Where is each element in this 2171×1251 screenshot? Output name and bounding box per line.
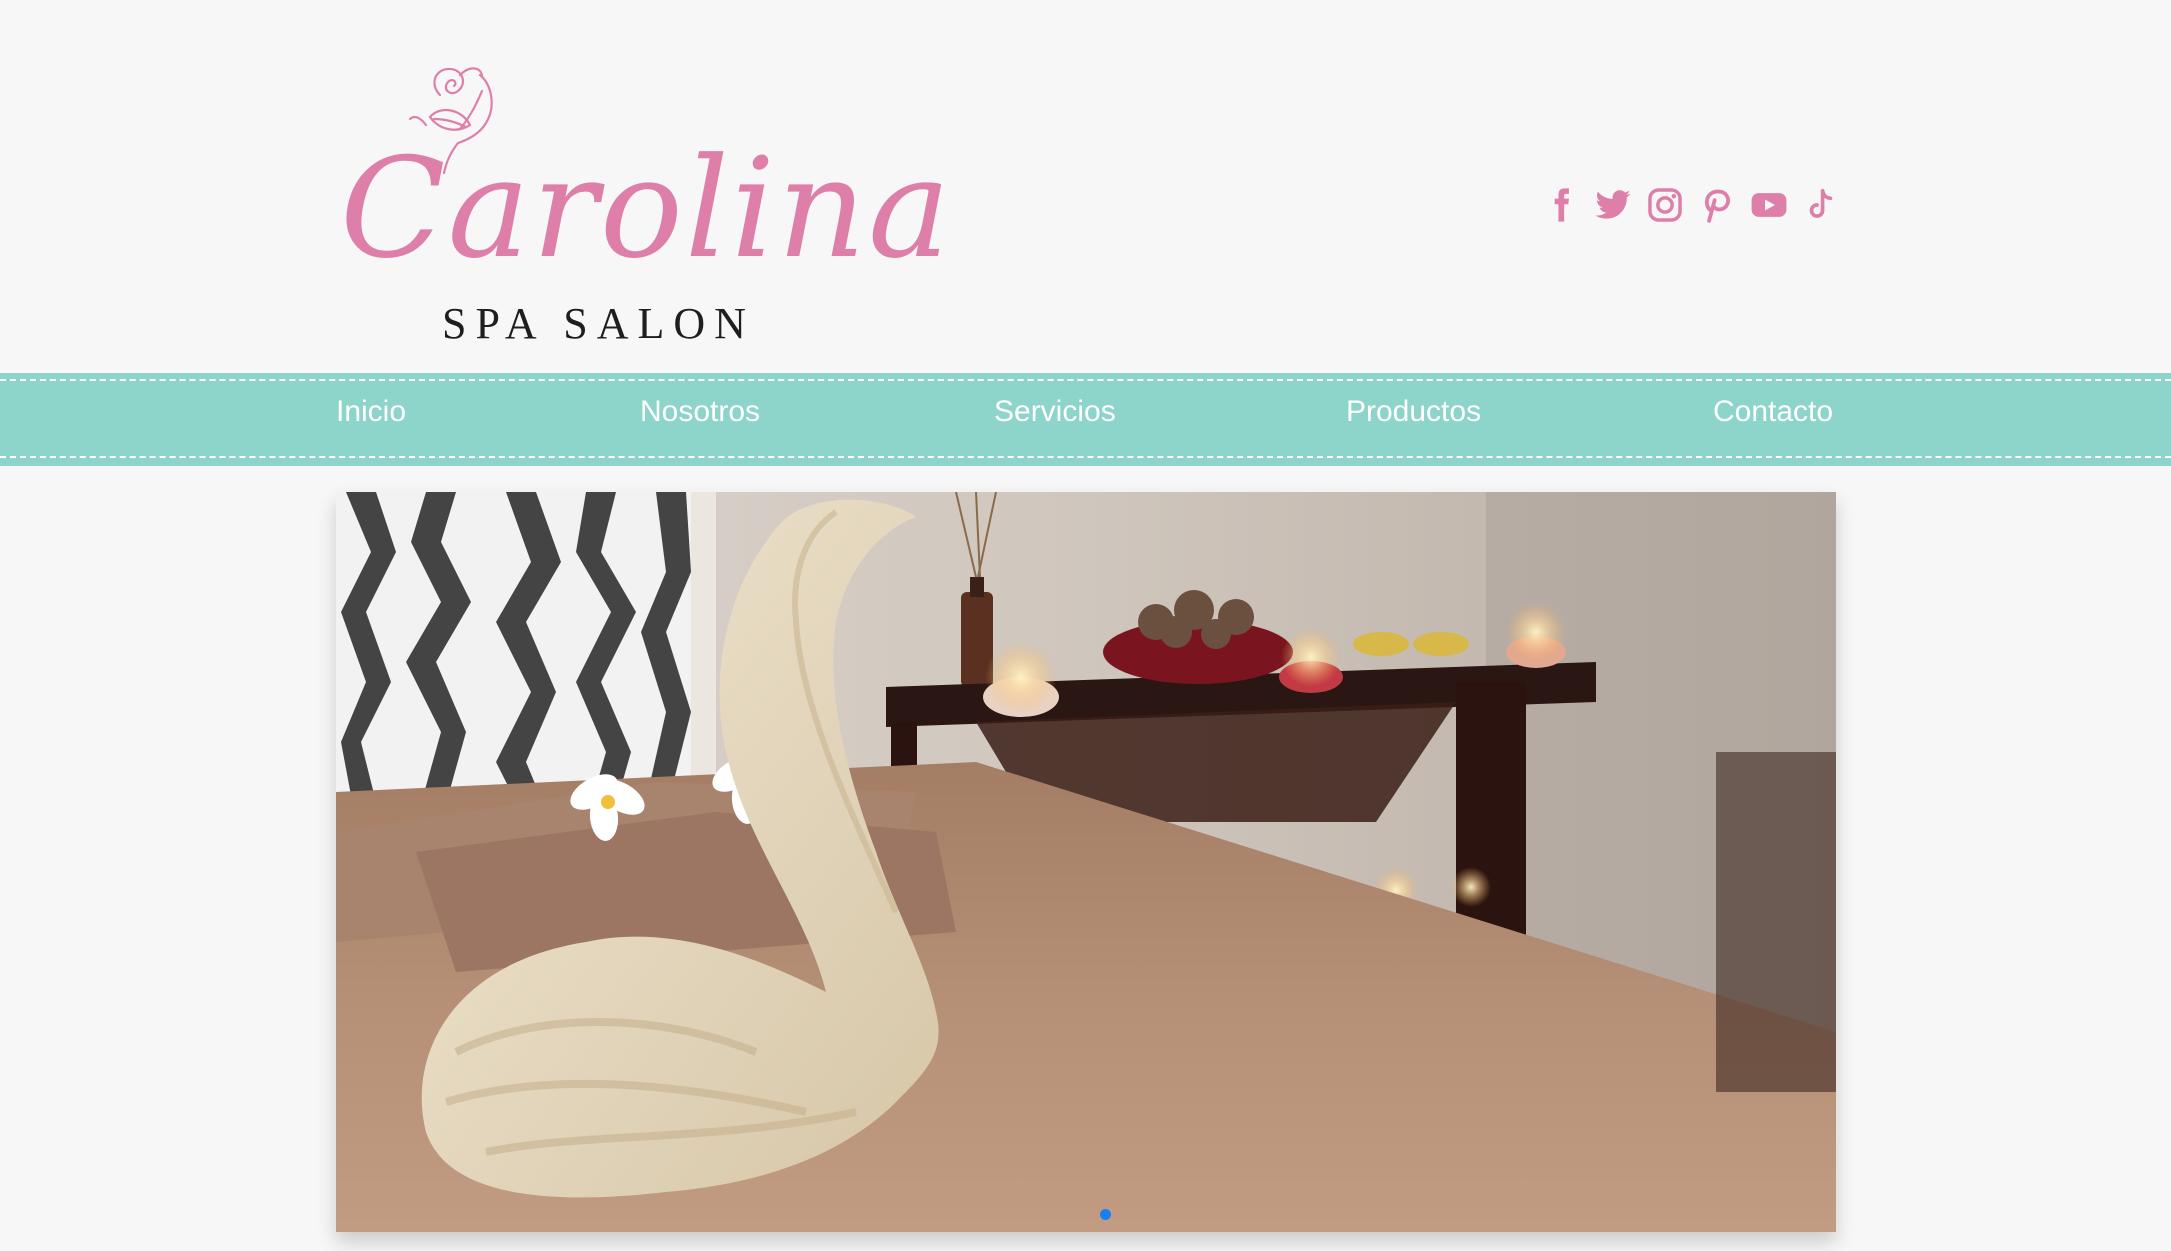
nav-item-contacto[interactable]: Contacto: [1713, 395, 1833, 429]
social-links: [1542, 183, 1840, 227]
youtube-icon[interactable]: [1750, 186, 1788, 224]
nav-border-bottom: [0, 456, 2171, 458]
brand-logo[interactable]: Carolina SPA SALON: [330, 55, 950, 355]
nav-item-servicios[interactable]: Servicios: [994, 395, 1116, 429]
slide-indicator-dot[interactable]: [1100, 1209, 1111, 1220]
nav-item-nosotros[interactable]: Nosotros: [640, 395, 760, 429]
logo-script-text: Carolina: [340, 128, 953, 289]
page: Carolina SPA SALON Inicio Nosotros Servi…: [0, 0, 2171, 1251]
logo-subtitle: SPA SALON: [442, 299, 755, 348]
instagram-icon[interactable]: [1646, 186, 1684, 224]
facebook-icon[interactable]: [1542, 186, 1580, 224]
hero-slideshow[interactable]: [336, 492, 1836, 1232]
pinterest-icon[interactable]: [1698, 186, 1736, 224]
nav-item-inicio[interactable]: Inicio: [336, 395, 406, 429]
tiktok-icon[interactable]: [1802, 186, 1840, 224]
hero-image: [336, 492, 1836, 1232]
main-nav: Inicio Nosotros Servicios Productos Cont…: [0, 373, 2171, 466]
nav-border-top: [0, 379, 2171, 381]
nav-item-productos[interactable]: Productos: [1346, 395, 1481, 429]
twitter-icon[interactable]: [1594, 186, 1632, 224]
